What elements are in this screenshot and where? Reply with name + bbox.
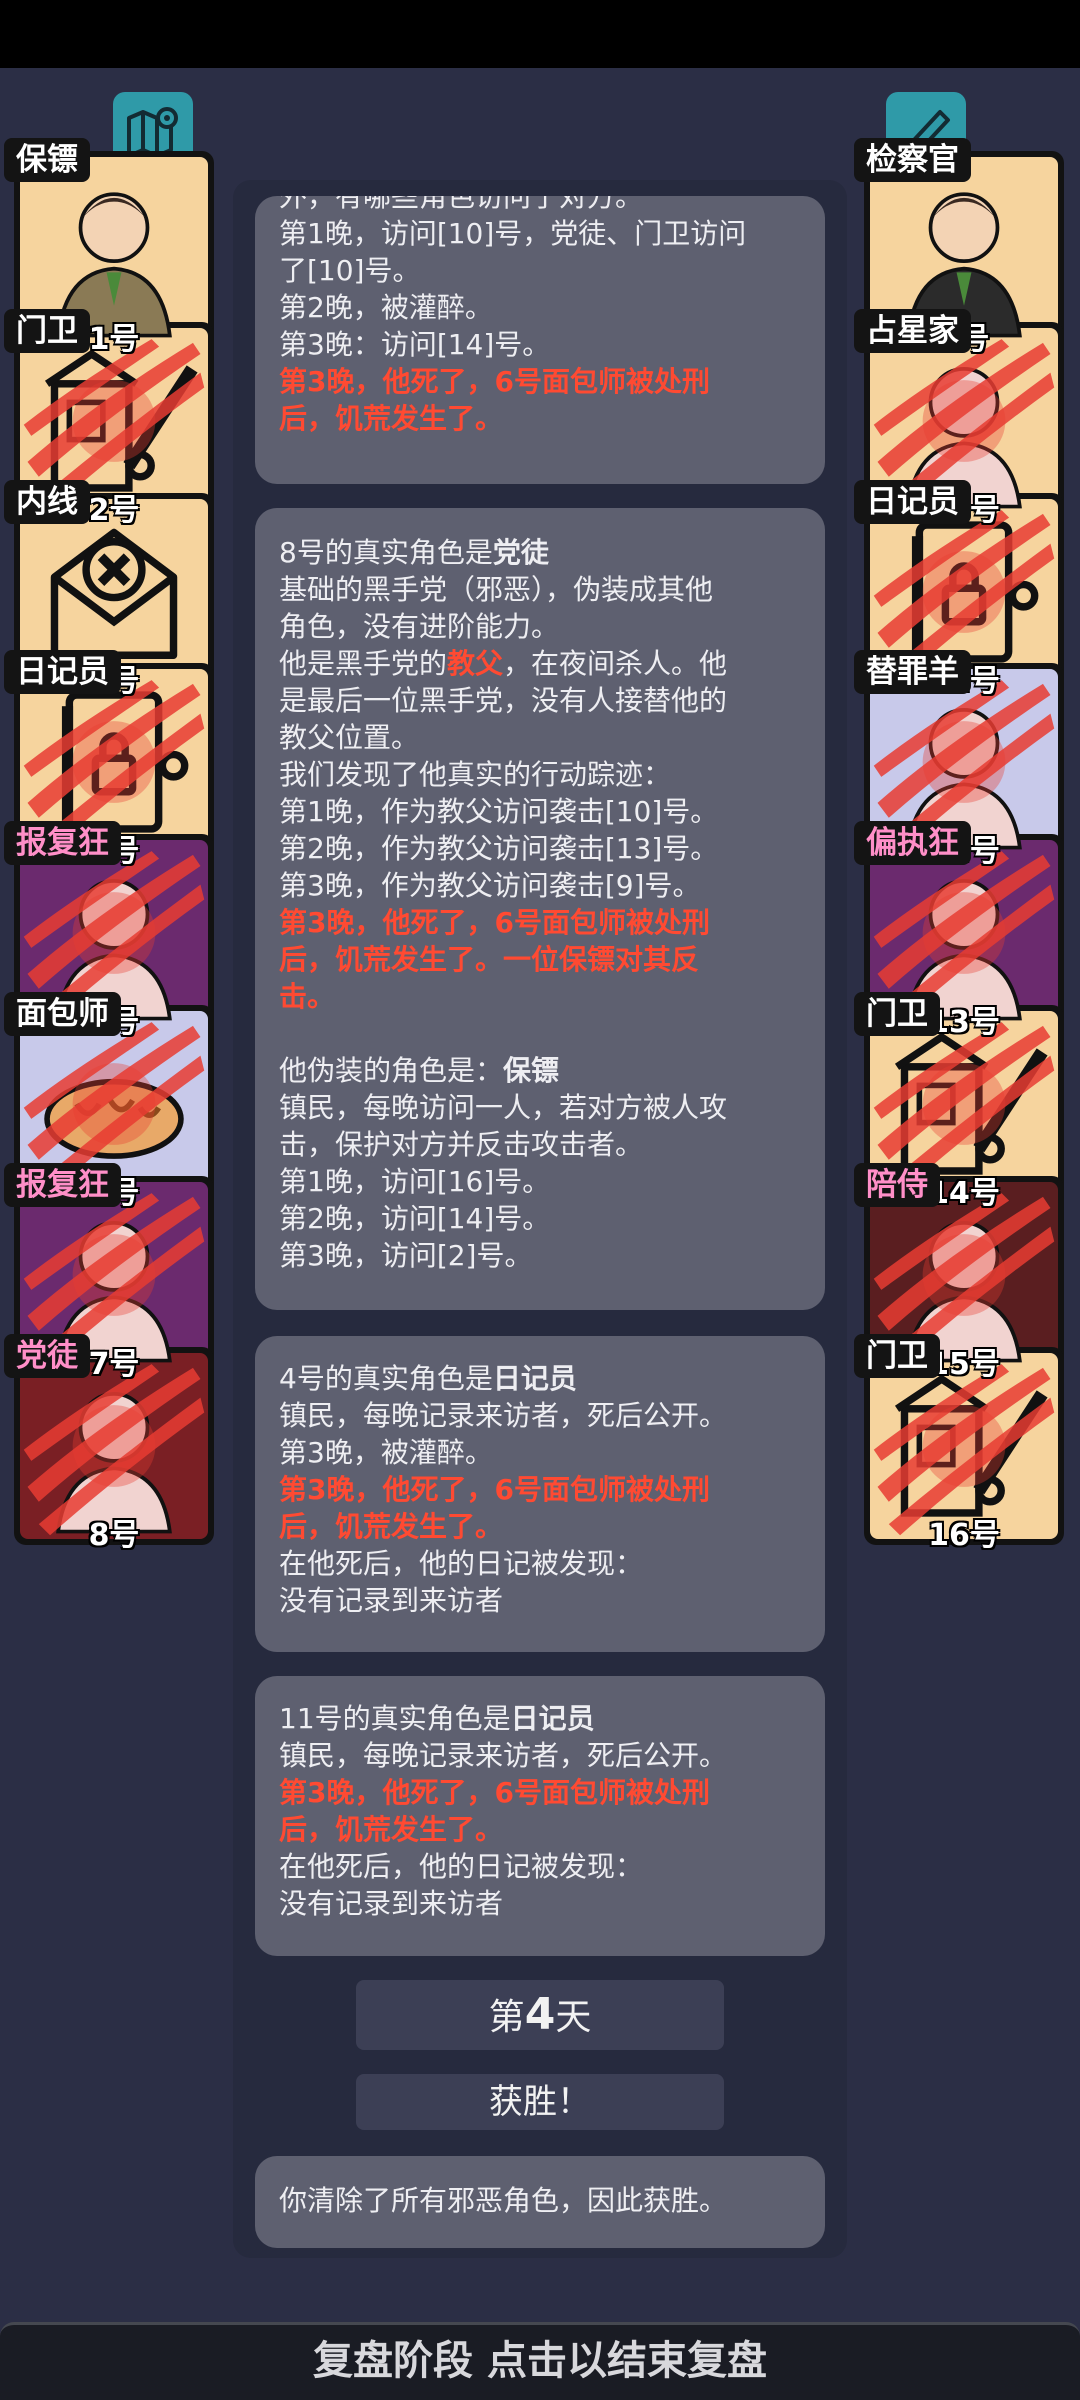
player-number-label: 8号	[88, 1518, 140, 1553]
victory-header: 获胜！	[356, 2074, 724, 2130]
log-line: 我们发现了他真实的行动踪迹：	[279, 758, 672, 791]
log-line: 了[10]号。	[279, 254, 421, 287]
day-suffix: 天	[555, 1997, 592, 2038]
log-line: 第2晚，访问[14]号。	[279, 1202, 551, 1235]
godfather-keyword: 教父	[447, 647, 504, 680]
death-line: 后，饥荒发生了。一位保镖对其反	[279, 943, 700, 976]
victory-card: 你清除了所有邪恶角色，因此获胜。	[255, 2156, 825, 2248]
log-line: 教父位置。	[279, 721, 420, 754]
log-line: 镇民，每晚访问一人，若对方被人攻	[279, 1091, 728, 1124]
log-card-2: 8号的真实角色是党徒 基础的黑手党（邪恶），伪装成其他 角色，没有进阶能力。 他…	[255, 508, 825, 1310]
player-role-label: 党徒	[4, 1334, 90, 1378]
player-role-label: 报复狂	[4, 1163, 121, 1207]
log-line: 第1晚，访问[10]号，党徒、门卫访问	[279, 217, 747, 250]
log-text: 他伪装的角色是：	[279, 1054, 504, 1087]
log-line: 第3晚，被灌醉。	[279, 1436, 493, 1469]
disguise-title: 他伪装的角色是：保镖	[279, 1052, 801, 1089]
death-line: 后，饥荒发生了。	[279, 402, 504, 435]
death-line: 后，饥荒发生了。	[279, 1510, 504, 1543]
log-line: 第3晚，作为教父访问袭击[9]号。	[279, 869, 701, 902]
player-role-label: 偏执狂	[854, 821, 971, 865]
player-role-label: 报复狂	[4, 821, 121, 865]
log-line: 第3晚：访问[14]号。	[279, 328, 551, 361]
log-line: 第3晚，访问[2]号。	[279, 1239, 533, 1272]
card-title-prefix: 4号的真实角色是	[279, 1362, 493, 1395]
player-role-label: 面包师	[4, 992, 121, 1036]
disguise-role: 保镖	[503, 1054, 560, 1087]
player-role-label: 保镖	[4, 138, 90, 182]
log-line: 他是黑手党的教父，在夜间杀人。他	[279, 645, 801, 682]
player-role-label: 内线	[4, 480, 90, 524]
log-card-3: 4号的真实角色是日记员 镇民，每晚记录来访者，死后公开。 第3晚，被灌醉。 第3…	[255, 1336, 825, 1652]
log-card-1: 外，有哪些角色访问了对方。 第1晚，访问[10]号，党徒、门卫访问 了[10]号…	[255, 196, 825, 484]
victory-label: 获胜！	[489, 2082, 591, 2122]
status-bar	[0, 0, 1080, 68]
log-line: 镇民，每晚记录来访者，死后公开。	[279, 1739, 728, 1772]
player-role-label: 检察官	[854, 138, 971, 182]
log-line: 第1晚，访问[16]号。	[279, 1165, 551, 1198]
log-line: 第2晚，作为教父访问袭击[13]号。	[279, 832, 719, 865]
log-line: 没有记录到来访者	[279, 1584, 504, 1617]
death-line: 第3晚，他死了，6号面包师被处刑	[279, 906, 710, 939]
player-role-label: 门卫	[854, 992, 940, 1036]
player-role-label: 日记员	[854, 480, 971, 524]
log-text: ，在夜间杀人。他	[503, 647, 728, 680]
card-title: 8号的真实角色是党徒	[279, 534, 801, 571]
log-line: 外，有哪些角色访问了对方。	[279, 196, 644, 213]
log-line: 镇民，每晚记录来访者，死后公开。	[279, 1399, 728, 1432]
day-header: 第4天	[356, 1980, 724, 2050]
card-title-prefix: 8号的真实角色是	[279, 536, 493, 569]
log-line: 击，保护对方并反击攻击者。	[279, 1128, 644, 1161]
log-line: 基础的黑手党（邪恶），伪装成其他	[279, 573, 714, 606]
death-line: 击。	[279, 980, 336, 1013]
end-review-bar[interactable]: 复盘阶段 点击以结束复盘	[0, 2322, 1080, 2400]
player-role-label: 门卫	[854, 1334, 940, 1378]
log-line: 第1晚，作为教父访问袭击[10]号。	[279, 795, 719, 828]
log-line: 第2晚，被灌醉。	[279, 291, 493, 324]
death-line: 第3晚，他死了，6号面包师被处刑	[279, 365, 710, 398]
player-role-label: 门卫	[4, 309, 90, 353]
death-line: 第3晚，他死了，6号面包师被处刑	[279, 1473, 710, 1506]
card-title: 4号的真实角色是日记员	[279, 1360, 801, 1397]
player-role-label: 日记员	[4, 650, 121, 694]
player-role-label: 替罪羊	[854, 650, 971, 694]
day-prefix: 第	[488, 1997, 525, 2038]
log-line: 在他死后，他的日记被发现：	[279, 1850, 644, 1883]
log-line: 没有记录到来访者	[279, 1887, 504, 1920]
victory-message: 你清除了所有邪恶角色，因此获胜。	[279, 2184, 728, 2217]
log-text: 他是黑手党的	[279, 647, 448, 680]
card-title-role: 日记员	[492, 1362, 577, 1395]
log-line: 角色，没有进阶能力。	[279, 610, 560, 643]
log-line: 是最后一位黑手党，没有人接替他的	[279, 684, 728, 717]
log-line: 在他死后，他的日记被发现：	[279, 1547, 644, 1580]
card-title-role: 党徒	[492, 536, 549, 569]
death-line: 后，饥荒发生了。	[279, 1813, 504, 1846]
card-title-prefix: 11号的真实角色是	[279, 1702, 511, 1735]
card-title: 11号的真实角色是日记员	[279, 1700, 801, 1737]
player-number-label: 16号	[928, 1518, 1000, 1553]
card-title-role: 日记员	[510, 1702, 595, 1735]
day-number: 4	[524, 1989, 556, 2040]
death-line: 第3晚，他死了，6号面包师被处刑	[279, 1776, 710, 1809]
player-role-label: 陪侍	[854, 1163, 940, 1207]
player-role-label: 占星家	[854, 309, 971, 353]
log-card-4: 11号的真实角色是日记员 镇民，每晚记录来访者，死后公开。 第3晚，他死了，6号…	[255, 1676, 825, 1956]
